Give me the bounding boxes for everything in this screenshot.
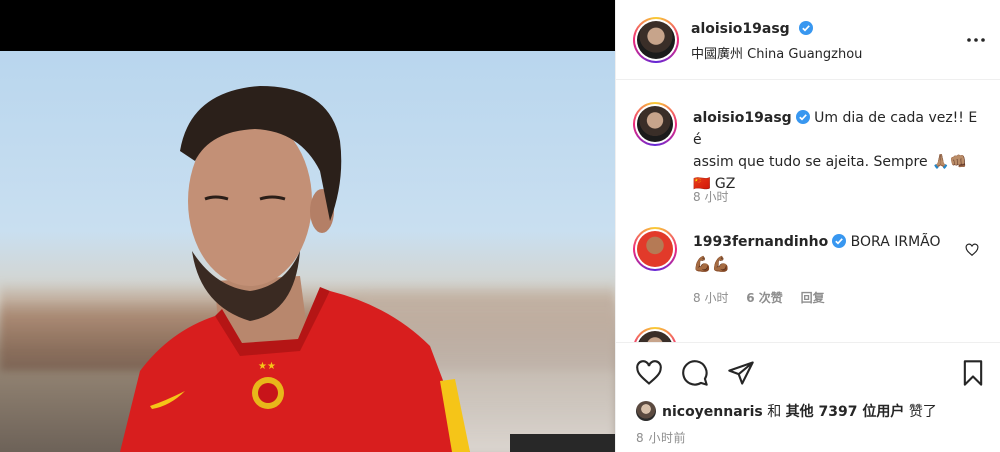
caption-text-line2: assim que tudo se ajeita. Sempre 🙏🏽👊🏽 xyxy=(693,154,967,170)
post-photo[interactable]: ★★ xyxy=(0,51,615,452)
svg-text:★★: ★★ xyxy=(258,361,276,372)
liker-username[interactable]: nicoyennaris xyxy=(662,404,763,420)
comment-reply-button[interactable]: 回复 xyxy=(801,291,825,305)
heart-icon[interactable] xyxy=(635,359,663,387)
paper-plane-icon[interactable] xyxy=(727,359,755,387)
commenter-username[interactable]: 1993fernandinho xyxy=(693,234,828,250)
likes-summary: nicoyennaris 和 其他 7397 位用户 赞了 xyxy=(636,401,937,421)
comment-emoji: 💪🏾💪🏾 xyxy=(693,255,731,273)
player-figure: ★★ xyxy=(120,86,470,452)
comment-likes[interactable]: 6 次赞 xyxy=(746,291,783,305)
bookmark-icon[interactable] xyxy=(959,359,987,387)
post-media[interactable]: ★★ xyxy=(0,0,615,452)
verified-badge-icon xyxy=(798,21,813,35)
verified-badge-icon xyxy=(832,234,847,248)
comments-list[interactable]: aloisio19asg Um dia de cada vez!! E é as… xyxy=(616,81,1000,342)
post-panel: aloisio19asg 中國廣州 China Guangzhou aloisi… xyxy=(615,0,1000,452)
post-header: aloisio19asg 中國廣州 China Guangzhou xyxy=(616,0,1000,80)
caption-username[interactable]: aloisio19asg xyxy=(693,110,792,126)
likes-count-button[interactable]: 其他 7397 位用户 xyxy=(786,404,905,420)
comment-heart-icon[interactable] xyxy=(965,243,979,257)
likes-connector: 和 xyxy=(767,404,782,420)
overlay-chip xyxy=(510,434,615,452)
author-avatar[interactable] xyxy=(633,17,679,63)
more-horizontal-icon[interactable] xyxy=(964,30,988,50)
likes-suffix: 赞了 xyxy=(908,404,937,420)
caption-avatar[interactable] xyxy=(633,102,677,146)
location-link[interactable]: 中國廣州 China Guangzhou xyxy=(691,43,862,62)
author-username[interactable]: aloisio19asg xyxy=(691,21,790,37)
post-timestamp[interactable]: 8 小时前 xyxy=(636,429,686,446)
comment-text: BORA IRMÃO xyxy=(850,234,941,250)
commenter-avatar[interactable] xyxy=(633,227,677,271)
liker-avatar[interactable] xyxy=(636,401,656,421)
next-commenter-avatar[interactable] xyxy=(633,327,677,342)
comment-time[interactable]: 8 小时 xyxy=(693,291,728,305)
comment-icon[interactable] xyxy=(681,359,709,387)
verified-badge-icon xyxy=(795,110,810,124)
caption-time[interactable]: 8 小时 xyxy=(693,190,728,204)
post-actions: nicoyennaris 和 其他 7397 位用户 赞了 8 小时前 xyxy=(616,342,1000,452)
